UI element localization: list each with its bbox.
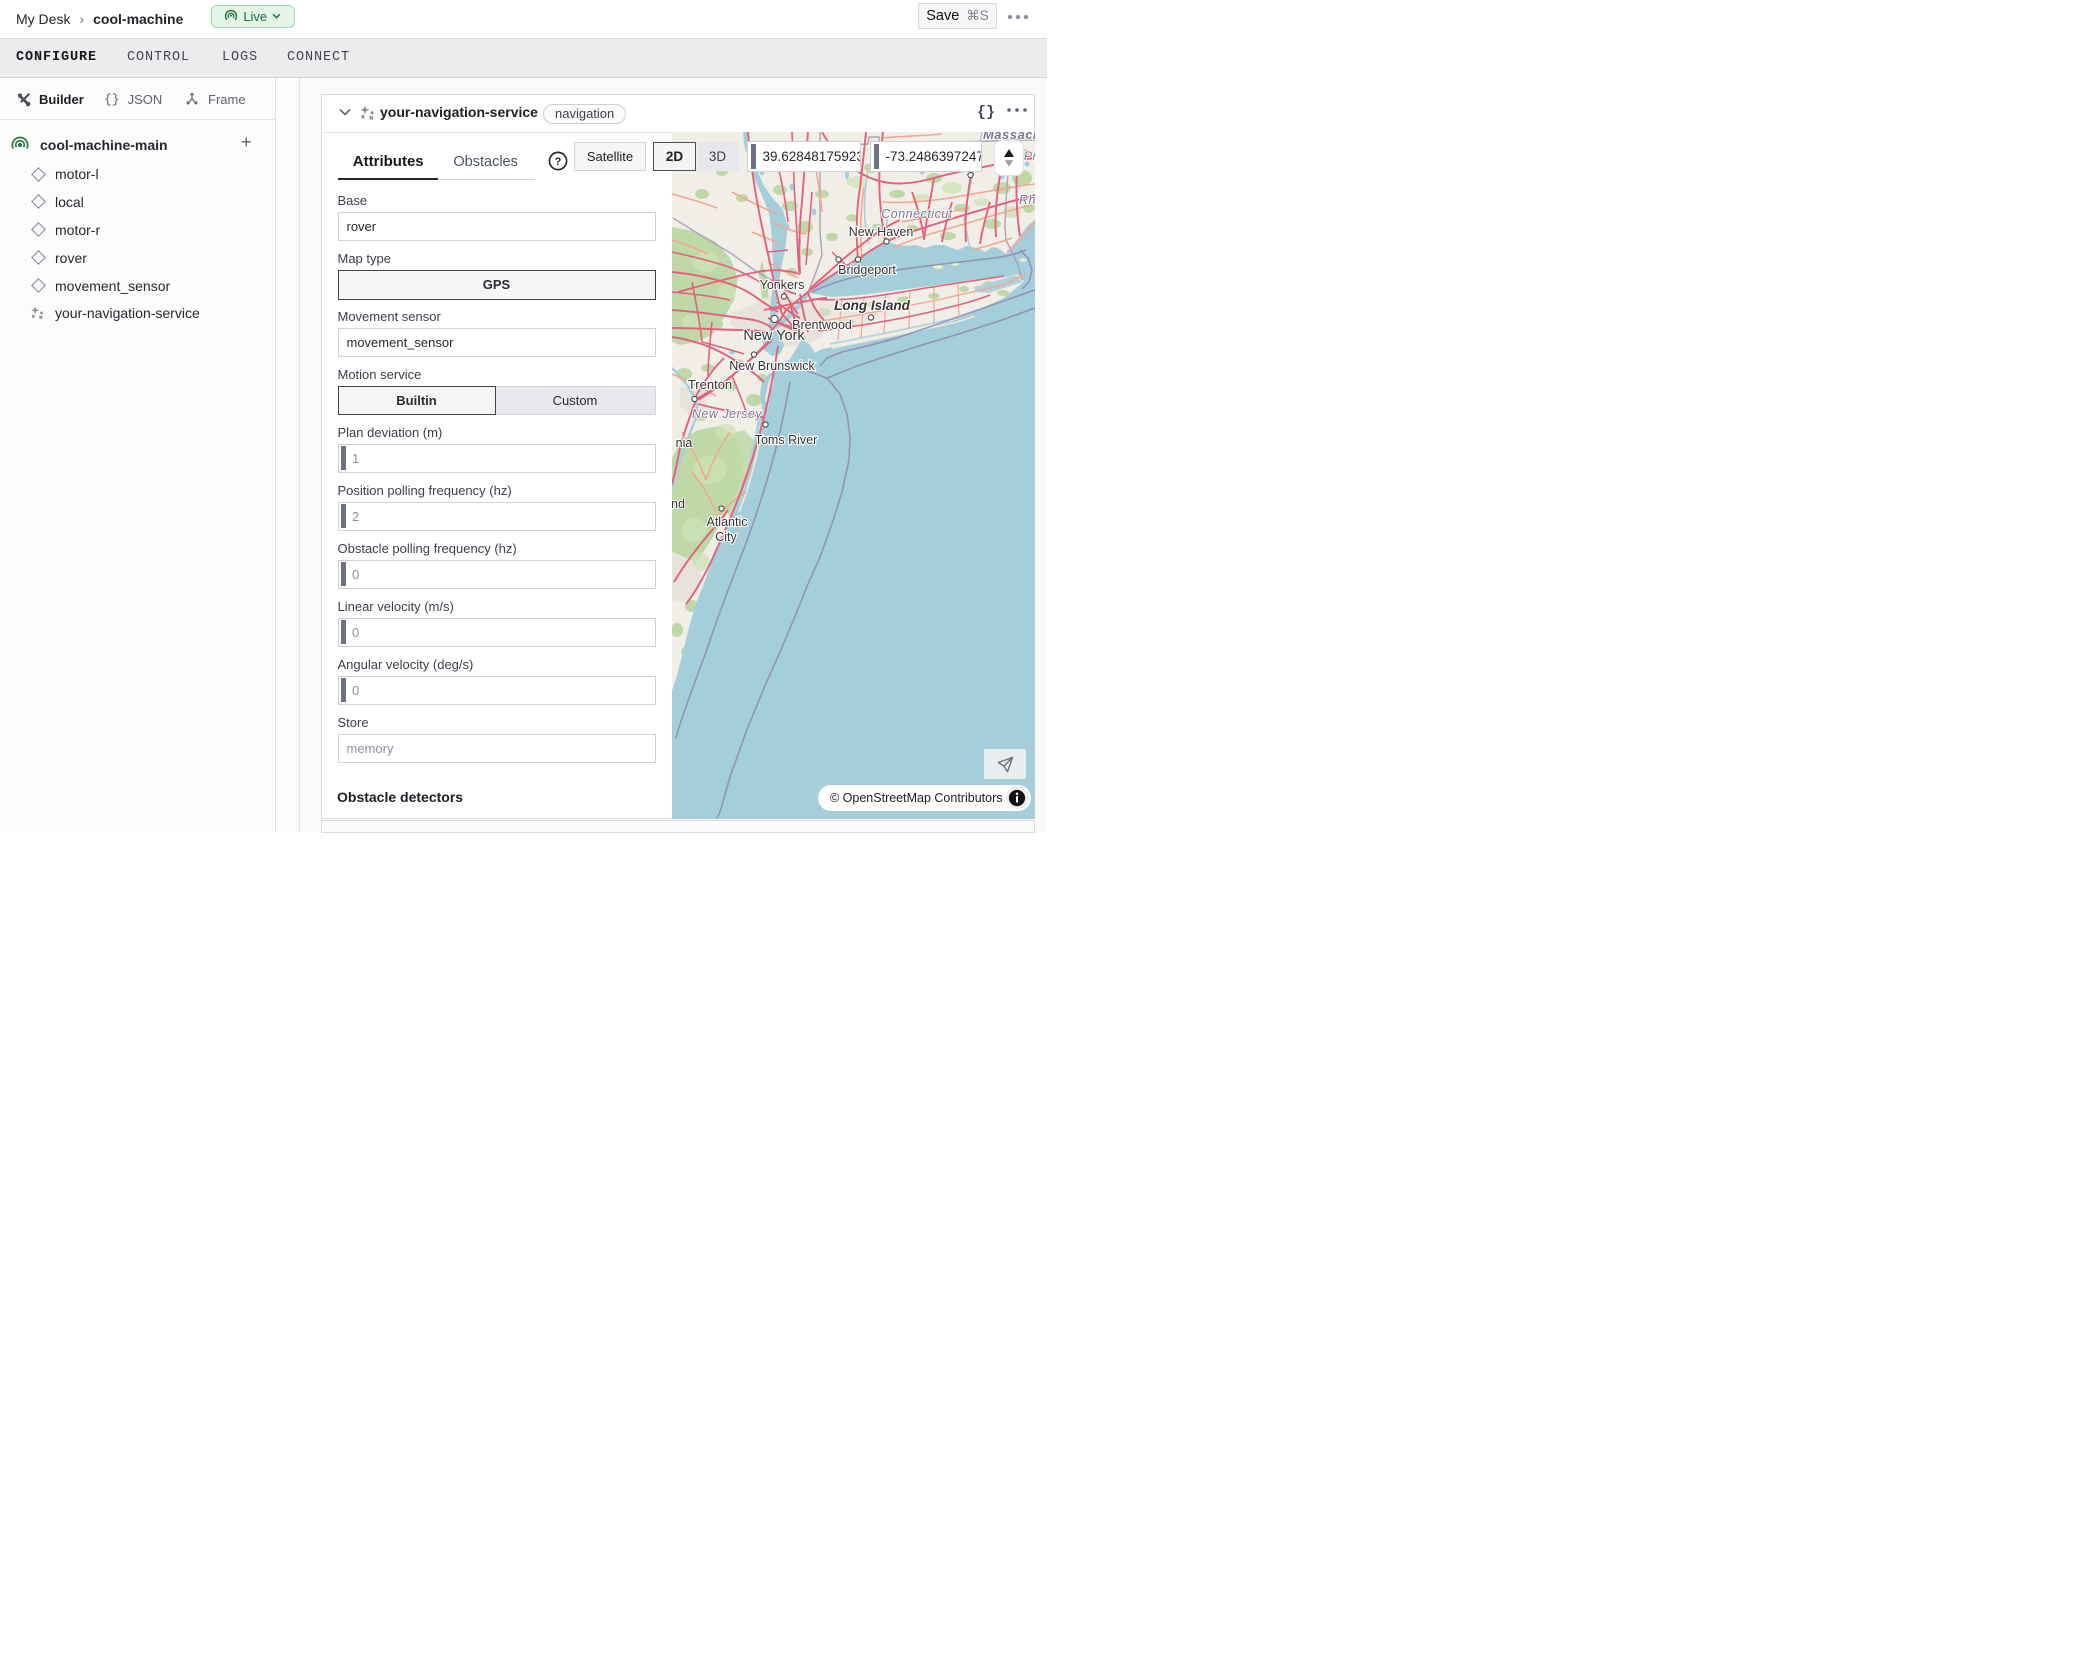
- svg-text:New Jersey: New Jersey: [692, 407, 763, 421]
- svg-text:Rhod: Rhod: [1019, 193, 1035, 207]
- svg-text:City: City: [715, 530, 737, 544]
- svg-text:New Haven: New Haven: [849, 225, 914, 239]
- svg-text:Pro: Pro: [1024, 149, 1035, 163]
- svg-text:New Brunswick: New Brunswick: [729, 359, 815, 373]
- svg-text:nd: nd: [672, 497, 685, 511]
- svg-text:Atlantic: Atlantic: [707, 515, 748, 529]
- svg-text:Bridgeport: Bridgeport: [838, 263, 896, 277]
- svg-text:New York: New York: [743, 328, 805, 344]
- svg-text:Toms River: Toms River: [755, 433, 818, 447]
- svg-text:Massacl: Massacl: [983, 132, 1035, 142]
- svg-text:Yonkers: Yonkers: [760, 278, 805, 292]
- svg-text:nia: nia: [676, 436, 693, 450]
- svg-text:Long Island: Long Island: [834, 298, 911, 313]
- svg-text:Trenton: Trenton: [688, 377, 732, 392]
- svg-text:Connecticut: Connecticut: [881, 207, 953, 221]
- svg-text:?: ?: [555, 156, 562, 168]
